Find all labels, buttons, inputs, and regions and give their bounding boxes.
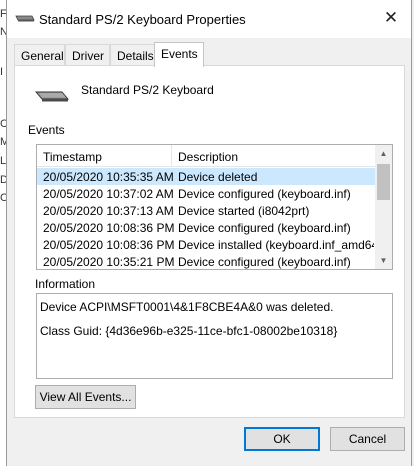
event-timestamp: 20/05/2020 10:35:35 AM [43,170,174,184]
event-description: Device deleted [178,170,258,184]
information-line: Device ACPI\MSFT0001\4&1F8CBE4A&0 was de… [40,300,334,314]
tab-general[interactable]: General [14,44,65,66]
event-row[interactable]: 20/05/2020 10:08:36 PM Device configured… [37,219,375,236]
event-row[interactable]: 20/05/2020 10:37:02 AM Device configured… [37,185,375,202]
device-name: Standard PS/2 Keyboard [81,83,214,97]
tab-details[interactable]: Details [110,44,155,66]
event-row[interactable]: 20/05/2020 10:35:35 AM Device deleted [37,168,375,185]
event-row[interactable]: 20/05/2020 10:35:21 PM Device configured… [37,253,375,269]
event-description: Device configured (keyboard.inf) [178,221,351,235]
cancel-button[interactable]: Cancel [330,427,405,451]
scroll-up-icon[interactable]: ▲ [375,145,392,162]
event-timestamp: 20/05/2020 10:08:36 PM [43,221,175,235]
close-button[interactable]: ✕ [383,9,399,26]
title-bar[interactable]: Standard PS/2 Keyboard Properties ✕ [7,0,411,38]
event-row[interactable]: 20/05/2020 10:08:36 PM Device installed … [37,236,375,253]
scroll-down-icon[interactable]: ▼ [375,252,392,269]
event-timestamp: 20/05/2020 10:35:21 PM [43,255,175,269]
properties-dialog: Standard PS/2 Keyboard Properties ✕ Gene… [6,0,412,466]
event-description: Device started (i8042prt) [178,204,310,218]
dialog-title: Standard PS/2 Keyboard Properties [39,12,246,27]
event-timestamp: 20/05/2020 10:08:36 PM [43,238,175,252]
events-tab-panel: Standard PS/2 Keyboard Events Timestamp … [14,65,405,418]
information-text-box[interactable]: Device ACPI\MSFT0001\4&1F8CBE4A&0 was de… [36,293,393,379]
scrollbar-thumb[interactable] [377,164,390,200]
tab-driver[interactable]: Driver [65,44,110,66]
keyboard-icon [35,91,69,102]
keyboard-icon [15,15,35,22]
tab-strip: General Driver Details Events [14,42,404,67]
events-list[interactable]: Timestamp Description 20/05/2020 10:35:3… [36,144,393,270]
events-section-label: Events [28,123,65,137]
column-header-description[interactable]: Description [172,145,375,167]
view-all-events-button[interactable]: View All Events... [35,385,136,409]
information-section-label: Information [35,277,96,291]
event-description: Device configured (keyboard.inf) [178,187,351,201]
event-timestamp: 20/05/2020 10:37:13 AM [43,204,174,218]
event-description: Device configured (keyboard.inf) [178,255,351,269]
events-scrollbar[interactable]: ▲ ▼ [375,145,392,269]
event-timestamp: 20/05/2020 10:37:02 AM [43,187,174,201]
column-header-timestamp[interactable]: Timestamp [37,145,172,167]
event-row[interactable]: 20/05/2020 10:37:13 AM Device started (i… [37,202,375,219]
tab-events[interactable]: Events [154,42,204,67]
event-description: Device installed (keyboard.inf_amd64... [178,238,374,252]
information-line: Class Guid: {4d36e96b-e325-11ce-bfc1-080… [40,324,338,338]
events-list-header: Timestamp Description [37,145,375,167]
ok-button[interactable]: OK [244,427,320,451]
